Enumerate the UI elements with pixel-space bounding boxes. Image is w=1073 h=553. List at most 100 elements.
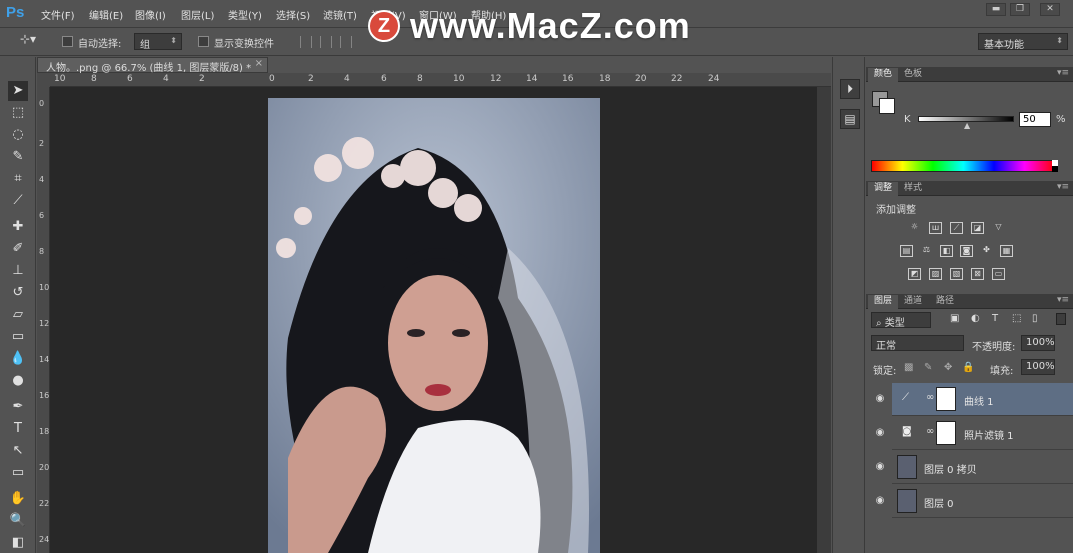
auto-select-checkbox[interactable] [62, 36, 73, 47]
invert-icon[interactable]: ◩ [908, 268, 921, 280]
hue-saturation-icon[interactable]: ▤ [900, 245, 913, 257]
link-chain-icon[interactable]: ∞ [926, 392, 934, 403]
visibility-eye-icon[interactable]: ◉ [872, 391, 888, 407]
align-middle-icon[interactable] [320, 36, 332, 48]
color-spectrum[interactable] [871, 160, 1056, 172]
channel-mixer-icon[interactable]: ✤ [980, 245, 993, 257]
curves-icon[interactable]: ⟋ [950, 222, 963, 234]
lock-pixels-icon[interactable]: ✎ [924, 362, 932, 373]
move-tool-icon[interactable]: ⊹▾ [20, 32, 36, 46]
lock-all-icon[interactable]: 🔒 [962, 362, 974, 373]
black-white-swatch[interactable] [1052, 160, 1058, 172]
selective-color-icon[interactable]: ▭ [992, 268, 1005, 280]
color-lookup-icon[interactable]: ▦ [1000, 245, 1013, 257]
crop-tool-icon[interactable]: ⌗ [8, 169, 28, 189]
vibrance-icon[interactable]: ▽ [992, 222, 1005, 234]
auto-select-dropdown[interactable]: 组 ⬍ [134, 33, 182, 51]
panel-menu-icon[interactable]: ▾≡ [1057, 68, 1069, 78]
tab-swatches[interactable]: 色板 [898, 68, 928, 82]
rectangle-tool-icon[interactable]: ▭ [8, 463, 28, 483]
layer-row[interactable]: ◉ ◙ ∞ 照片滤镜 1 [876, 417, 1073, 450]
visibility-eye-icon[interactable]: ◉ [872, 493, 888, 509]
vertical-scrollbar[interactable] [817, 87, 831, 553]
pen-tool-icon[interactable]: ✒ [8, 397, 28, 417]
brush-tool-icon[interactable]: ✐ [8, 239, 28, 259]
levels-icon[interactable]: ш [929, 222, 942, 234]
filter-toggle[interactable] [1056, 313, 1066, 325]
exposure-icon[interactable]: ◪ [971, 222, 984, 234]
move-tool-icon[interactable]: ➤ [8, 81, 28, 101]
panel-menu-icon[interactable]: ▾≡ [1057, 182, 1069, 192]
path-select-tool-icon[interactable]: ↖ [8, 441, 28, 461]
posterize-icon[interactable]: ▨ [929, 268, 942, 280]
blend-mode-dropdown[interactable]: 正常 [871, 335, 964, 352]
k-value-input[interactable]: 50 [1019, 112, 1051, 127]
lasso-tool-icon[interactable]: ◌ [8, 125, 28, 145]
zoom-tool-icon[interactable]: 🔍 [8, 511, 28, 531]
filter-smart-object-icon[interactable]: ▯ [1032, 313, 1038, 324]
menu-layer[interactable]: 图层(L) [181, 7, 214, 22]
menu-select[interactable]: 选择(S) [276, 7, 310, 22]
filter-shape-icon[interactable]: ⬚ [1012, 313, 1021, 324]
layer-name[interactable]: 图层 0 [924, 495, 954, 510]
eraser-tool-icon[interactable]: ▱ [8, 305, 28, 325]
filter-adjustment-icon[interactable]: ◐ [971, 313, 980, 324]
visibility-eye-icon[interactable]: ◉ [872, 425, 888, 441]
tab-channels[interactable]: 通道 [898, 295, 928, 309]
visibility-eye-icon[interactable]: ◉ [872, 459, 888, 475]
tab-adjustments[interactable]: 调整 [868, 182, 899, 196]
filter-pixel-icon[interactable]: ▣ [950, 313, 959, 324]
eyedropper-tool-icon[interactable]: ⟋ [8, 191, 28, 211]
minimize-button[interactable]: ▬ [986, 3, 1006, 16]
color-balance-icon[interactable]: ⚖ [920, 245, 933, 257]
healing-brush-tool-icon[interactable]: ✚ [8, 217, 28, 237]
slider-knob-icon[interactable]: ▲ [964, 121, 970, 130]
marquee-tool-icon[interactable]: ⬚ [8, 103, 28, 123]
layer-mask-thumbnail[interactable] [936, 387, 956, 411]
layer-row[interactable]: ◉ 图层 0 [876, 485, 1073, 518]
menu-image[interactable]: 图像(I) [135, 7, 166, 22]
opacity-input[interactable]: 100% [1021, 335, 1055, 351]
lock-transparency-icon[interactable]: ▩ [904, 362, 913, 373]
filter-type-icon[interactable]: T [992, 313, 998, 324]
layer-mask-thumbnail[interactable] [936, 421, 956, 445]
gradient-map-icon[interactable]: ⊠ [971, 268, 984, 280]
foreground-background-icon[interactable]: ◧ [8, 533, 28, 553]
quick-select-tool-icon[interactable]: ✎ [8, 147, 28, 167]
tab-styles[interactable]: 样式 [898, 182, 928, 196]
background-color-swatch[interactable] [879, 98, 895, 114]
layer-row[interactable]: ◉ 图层 0 拷贝 [876, 451, 1073, 484]
menu-file[interactable]: 文件(F) [41, 7, 75, 22]
blur-tool-icon[interactable]: 💧 [8, 349, 28, 369]
black-white-icon[interactable]: ◧ [940, 245, 953, 257]
document-image[interactable] [268, 98, 600, 553]
hand-tool-icon[interactable]: ✋ [8, 489, 28, 509]
document-tab[interactable]: 人物。.png @ 66.7% (曲线 1, 图层蒙版/8) * × [37, 57, 268, 74]
align-top-icon[interactable] [300, 36, 312, 48]
workspace-dropdown[interactable]: 基本功能 ⬍ [978, 33, 1068, 51]
gradient-tool-icon[interactable]: ▭ [8, 327, 28, 347]
tab-paths[interactable]: 路径 [930, 295, 960, 309]
close-icon[interactable]: × [255, 58, 263, 69]
layer-thumbnail[interactable] [897, 489, 917, 513]
type-tool-icon[interactable]: T [8, 419, 28, 439]
layer-name[interactable]: 曲线 1 [964, 393, 994, 408]
fill-input[interactable]: 100% [1021, 359, 1055, 375]
layer-row[interactable]: ◉ ⟋ ∞ 曲线 1 [876, 383, 1073, 416]
tab-color[interactable]: 颜色 [868, 68, 899, 82]
menu-edit[interactable]: 编辑(E) [89, 7, 123, 22]
layer-thumbnail[interactable] [897, 455, 917, 479]
clone-stamp-tool-icon[interactable]: ⊥ [8, 261, 28, 281]
layer-name[interactable]: 图层 0 拷贝 [924, 461, 977, 476]
history-panel-icon[interactable]: ⏵ [840, 79, 860, 99]
properties-panel-icon[interactable]: ▤ [840, 109, 860, 129]
link-chain-icon[interactable]: ∞ [926, 426, 934, 437]
history-brush-tool-icon[interactable]: ↺ [8, 283, 28, 303]
align-bottom-icon[interactable] [340, 36, 352, 48]
tab-layers[interactable]: 图层 [868, 295, 899, 309]
panel-menu-icon[interactable]: ▾≡ [1057, 295, 1069, 305]
layer-filter-dropdown[interactable]: ⌕ 类型 [871, 312, 931, 329]
restore-button[interactable]: ❐ [1010, 3, 1030, 16]
threshold-icon[interactable]: ▧ [950, 268, 963, 280]
menu-filter[interactable]: 滤镜(T) [323, 7, 357, 22]
